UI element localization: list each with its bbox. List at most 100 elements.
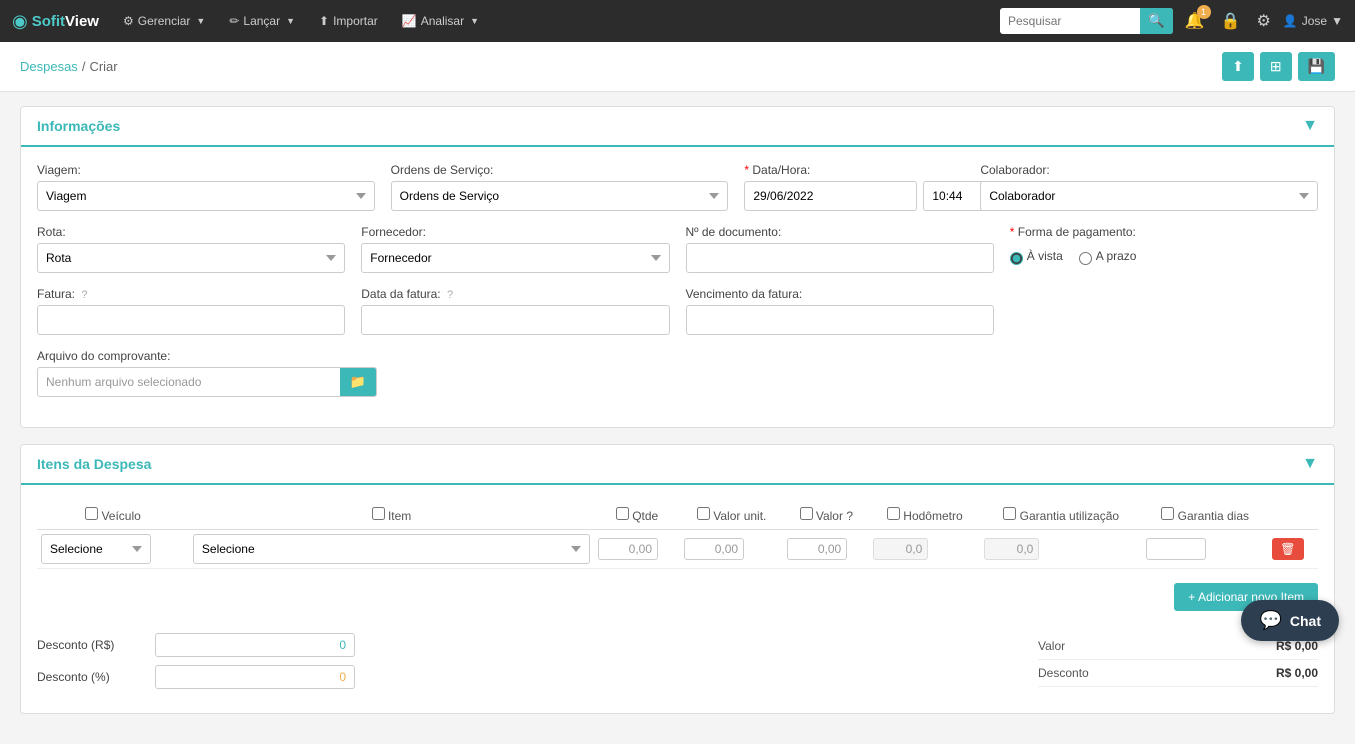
breadcrumb: Despesas / Criar [20, 59, 118, 74]
fornecedor-select[interactable]: Fornecedor [361, 243, 669, 273]
nav-analisar[interactable]: 📈 Analisar ▼ [392, 8, 489, 34]
total-valor-label: Valor [1038, 639, 1065, 653]
vencimento-input[interactable] [686, 305, 994, 335]
data-hora-inputs [744, 181, 964, 211]
colaborador-label: Colaborador: [980, 163, 1318, 177]
vencimento-label: Vencimento da fatura: [686, 287, 994, 301]
th-qtde: Qtde [594, 501, 680, 530]
valor-checkbox[interactable] [800, 507, 813, 520]
ordens-group: Ordens de Serviço: Ordens de Serviço [391, 163, 729, 211]
th-hodometro: Hodômetro [869, 501, 980, 530]
brand-icon: ◉ [12, 11, 28, 32]
file-upload-button[interactable]: 📁 [340, 368, 376, 396]
ordens-select[interactable]: Ordens de Serviço [391, 181, 729, 211]
arquivo-group: Arquivo do comprovante: Nenhum arquivo s… [37, 349, 377, 397]
desconto-rs-input[interactable] [155, 633, 355, 657]
total-valor-value: R$ 0,00 [1276, 639, 1318, 653]
pencil-icon: ✏ [229, 14, 239, 28]
garantia-util-input[interactable] [984, 538, 1039, 560]
item-select[interactable]: Selecione [193, 534, 590, 564]
fatura-help-icon[interactable]: ? [81, 289, 87, 301]
qtde-input[interactable] [598, 538, 658, 560]
colaborador-select[interactable]: Colaborador [980, 181, 1318, 211]
nav-gerenciar[interactable]: ⚙ Gerenciar ▼ [113, 8, 215, 34]
brand-logo[interactable]: ◉ Sofit View [12, 11, 99, 32]
delete-item-button[interactable]: 🗑 [1272, 538, 1303, 560]
qtde-checkbox[interactable] [616, 507, 629, 520]
valor-unit-input[interactable] [684, 538, 744, 560]
veiculo-checkbox[interactable] [85, 507, 98, 520]
navbar: ◉ Sofit View ⚙ Gerenciar ▼ ✏ Lançar ▼ ⬆ … [0, 0, 1355, 42]
colaborador-group: Colaborador: Colaborador [980, 163, 1318, 211]
viagem-select[interactable]: Viagem [37, 181, 375, 211]
itens-title: Itens da Despesa [37, 456, 151, 472]
ndoc-input[interactable] [686, 243, 994, 273]
breadcrumb-parent[interactable]: Despesas [20, 59, 78, 74]
upload-button[interactable]: ⬆ [1222, 52, 1254, 81]
garantia-dias-input[interactable] [1146, 538, 1206, 560]
radio-aprazo-group: A prazo [1079, 249, 1137, 267]
data-input[interactable] [744, 181, 917, 211]
radio-aprazo-label: A prazo [1096, 249, 1137, 263]
rota-select[interactable]: Rota [37, 243, 345, 273]
valor-input[interactable] [787, 538, 847, 560]
fatura-input[interactable] [37, 305, 345, 335]
data-fatura-input[interactable] [361, 305, 669, 335]
garantia-util-checkbox[interactable] [1003, 507, 1016, 520]
item-checkbox[interactable] [372, 507, 385, 520]
breadcrumb-separator: / [82, 59, 86, 74]
nav-analisar-label: Analisar [421, 14, 464, 28]
totals-section: Desconto (R$) Desconto (%) Valor R$ 0,00… [37, 633, 1318, 697]
nav-importar[interactable]: ⬆ Importar [309, 8, 388, 34]
lock-icon[interactable]: 🔒 [1217, 7, 1245, 35]
hodometro-input[interactable] [873, 538, 928, 560]
desconto-pct-row: Desconto (%) [37, 665, 1018, 689]
informacoes-body: Viagem: Viagem Ordens de Serviço: Ordens… [21, 147, 1334, 427]
garantia-dias-checkbox[interactable] [1161, 507, 1174, 520]
main-content: Informações ▼ Viagem: Viagem Ordens de S… [0, 92, 1355, 744]
radio-aprazo[interactable] [1079, 252, 1092, 265]
grid-button[interactable]: ⊞ [1260, 52, 1292, 81]
chat-button[interactable]: 💬 Chat [1241, 600, 1339, 641]
informacoes-toggle[interactable]: ▼ [1302, 117, 1318, 135]
radio-avista[interactable] [1010, 252, 1023, 265]
user-menu[interactable]: 👤 Jose ▼ [1283, 14, 1343, 28]
search-box: 🔍 [1000, 8, 1173, 34]
itens-section: Itens da Despesa ▼ Veículo Item [20, 444, 1335, 714]
th-garantia-util: Garantia utilização [980, 501, 1142, 530]
gear-icon: ⚙ [123, 14, 134, 28]
notification-bell[interactable]: 🔔 1 [1181, 7, 1209, 35]
veiculo-select[interactable]: Selecione [41, 534, 151, 564]
arquivo-label: Arquivo do comprovante: [37, 349, 377, 363]
data-fatura-label: Data da fatura: ? [361, 287, 669, 301]
td-veiculo: Selecione [37, 530, 189, 569]
td-valor-unit [680, 530, 783, 569]
hodometro-checkbox[interactable] [887, 507, 900, 520]
settings-icon[interactable]: ⚙ [1252, 7, 1274, 35]
discounts-col: Desconto (R$) Desconto (%) [37, 633, 1018, 697]
informacoes-header: Informações ▼ [21, 107, 1334, 147]
vencimento-group: Vencimento da fatura: [686, 287, 994, 335]
td-valor [783, 530, 869, 569]
desconto-pct-label: Desconto (%) [37, 670, 147, 684]
items-table: Veículo Item Qtde Valor unit. [37, 501, 1318, 569]
user-icon: 👤 [1283, 14, 1298, 28]
fornecedor-label: Fornecedor: [361, 225, 669, 239]
ndoc-group: Nº de documento: [686, 225, 994, 273]
chevron-down-icon-2: ▼ [286, 16, 295, 26]
save-button[interactable]: 💾 [1298, 52, 1335, 81]
desconto-pct-input[interactable] [155, 665, 355, 689]
table-header-row: Veículo Item Qtde Valor unit. [37, 501, 1318, 530]
forma-pagamento-group: * Forma de pagamento: À vista A prazo [1010, 225, 1318, 273]
search-input[interactable] [1000, 10, 1140, 32]
nav-lancar[interactable]: ✏ Lançar ▼ [219, 8, 305, 34]
total-desconto-value: R$ 0,00 [1276, 666, 1318, 680]
form-row-2: Rota: Rota Fornecedor: Fornecedor Nº de … [37, 225, 1318, 273]
data-fatura-help-icon[interactable]: ? [447, 289, 453, 301]
total-desconto-row: Desconto R$ 0,00 [1038, 660, 1318, 687]
valor-help-icon[interactable]: ? [846, 509, 853, 523]
itens-toggle[interactable]: ▼ [1302, 455, 1318, 473]
search-button[interactable]: 🔍 [1140, 8, 1173, 34]
valor-unit-checkbox[interactable] [697, 507, 710, 520]
forma-pagamento-label: * Forma de pagamento: [1010, 225, 1318, 239]
